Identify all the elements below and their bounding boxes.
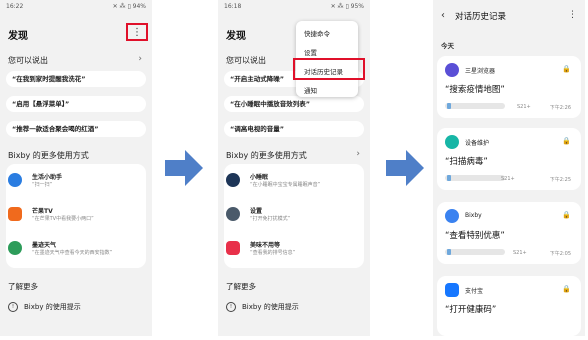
moji-weather-icon <box>8 241 22 255</box>
screen-discover-1: 16:22 ✕ ⁂ ▯ 94% 发现 ⋮ 您可以说出 › “在我到家时提醒我洗花… <box>0 0 152 336</box>
lock-icon[interactable]: 🔒 <box>562 137 571 145</box>
suggestion-pill[interactable]: “启用【悬浮菜单】” <box>6 96 146 112</box>
back-arrow-icon[interactable]: ‹ <box>441 10 445 21</box>
page-title: 发现 <box>226 31 246 42</box>
meiwei-app-icon <box>226 241 240 255</box>
samsung-browser-icon <box>445 63 459 77</box>
device-care-icon <box>445 135 459 149</box>
card-app-name: Bixby <box>465 212 482 219</box>
arrow-right-icon <box>386 150 424 186</box>
card-query: “扫描病毒” <box>445 157 488 167</box>
highlight-history-item <box>293 58 365 80</box>
section-you-can-say: 您可以说出 <box>226 56 266 65</box>
bixby-tips-link[interactable]: ! Bixby 的使用提示 <box>226 302 299 312</box>
info-icon: ! <box>226 302 236 312</box>
status-icons: ✕ ⁂ ▯ 94% <box>112 3 146 10</box>
life-assistant-icon <box>8 173 22 187</box>
suggestion-pill[interactable]: “调高电视的音量” <box>224 121 364 137</box>
redacted-location <box>445 249 505 255</box>
section-you-can-say: 您可以说出 <box>8 56 48 65</box>
card-time: 下午2:26 <box>549 105 571 111</box>
phone-icon <box>447 249 451 255</box>
status-icons: ✕ ⁂ ▯ 95% <box>330 3 364 10</box>
app-desc: “在墨迹天气中查看今天的西安指数” <box>32 250 113 256</box>
lock-icon[interactable]: 🔒 <box>562 285 571 293</box>
app-name: 芒果TV <box>32 208 53 215</box>
app-name: 墨迹天气 <box>32 242 57 249</box>
info-icon: ! <box>8 302 18 312</box>
suggestion-pill[interactable]: “在我到家时提醒我洗花” <box>6 71 146 87</box>
history-card[interactable]: 设备维护 🔒 “扫描病毒” S21+ 下午2:25 <box>437 128 581 190</box>
card-app-name: 设备维护 <box>465 140 490 147</box>
phone-icon <box>447 175 451 181</box>
history-card[interactable]: 三星浏览器 🔒 “搜索疫情地图” S21+ 下午2:26 <box>437 56 581 118</box>
chevron-right-icon[interactable]: › <box>138 54 142 64</box>
card-query: “查看特别优惠” <box>445 231 505 241</box>
history-card[interactable]: Bixby 🔒 “查看特别优惠” S21+ 下午2:05 <box>437 202 581 264</box>
status-bar: 16:18 ✕ ⁂ ▯ 95% <box>224 3 364 13</box>
screen-history: ‹ 对话历史记录 ⋮ 今天 三星浏览器 🔒 “搜索疫情地图” S21+ 下午2:… <box>433 0 585 336</box>
date-group-label: 今天 <box>441 42 454 50</box>
card-app-name: 支付宝 <box>465 288 484 295</box>
sleep-app-icon <box>226 173 240 187</box>
app-desc: “在小睡眠中宝宝专属睡眠声音” <box>250 182 321 188</box>
page-title: 对话历史记录 <box>455 12 507 22</box>
app-name: 设置 <box>250 208 263 215</box>
app-desc: “扫一扫” <box>32 182 53 188</box>
menu-item-shortcuts[interactable]: 快捷命令 <box>304 28 330 38</box>
card-time: 下午2:05 <box>549 251 571 257</box>
card-query: “搜索疫情地图” <box>445 85 505 95</box>
alipay-icon <box>445 283 459 297</box>
card-app-name: 三星浏览器 <box>465 68 496 75</box>
tip-label: Bixby 的使用提示 <box>242 303 299 311</box>
card-device: S21+ <box>513 250 527 256</box>
card-device: S21+ <box>501 176 515 182</box>
more-options-icon[interactable]: ⋮ <box>568 10 577 20</box>
app-desc: “在芒果TV中看我要小两口” <box>32 216 94 222</box>
card-query: “打开健康码” <box>445 305 497 315</box>
history-card[interactable]: 支付宝 🔒 “打开健康码” <box>437 276 581 336</box>
lock-icon[interactable]: 🔒 <box>562 65 571 73</box>
app-desc: “查看我的排号信息” <box>250 250 296 256</box>
bixby-icon <box>445 209 459 223</box>
redacted-location <box>445 175 505 181</box>
section-more-ways: Bixby 的更多使用方式 <box>8 151 89 160</box>
app-desc: “打开免打扰模式” <box>250 216 291 222</box>
card-time: 下午2:25 <box>549 177 571 183</box>
phone-icon <box>447 103 451 109</box>
lock-icon[interactable]: 🔒 <box>562 211 571 219</box>
app-name: 小睡眠 <box>250 174 269 181</box>
card-device: S21+ <box>517 104 531 110</box>
app-name: 美味不用等 <box>250 242 281 249</box>
menu-item-notifications[interactable]: 通知 <box>304 85 317 95</box>
page-title: 发现 <box>8 31 28 42</box>
status-time: 16:18 <box>224 3 242 10</box>
suggestion-pill[interactable]: “推荐一款适合聚会喝的红酒” <box>6 121 146 137</box>
status-bar: 16:22 ✕ ⁂ ▯ 94% <box>6 3 146 13</box>
learn-more-heading: 了解更多 <box>226 282 256 291</box>
settings-gear-icon <box>226 207 240 221</box>
arrow-right-icon <box>165 150 203 186</box>
learn-more-heading: 了解更多 <box>8 282 38 291</box>
app-name: 生活小助手 <box>32 174 63 181</box>
section-more-ways: Bixby 的更多使用方式 <box>226 151 307 160</box>
status-time: 16:22 <box>6 3 24 10</box>
suggestion-pill[interactable]: “在小睡眠中播放音效列表” <box>224 96 364 112</box>
highlight-more-button <box>126 23 148 41</box>
menu-item-settings[interactable]: 设置 <box>304 47 317 57</box>
bixby-tips-link[interactable]: ! Bixby 的使用提示 <box>8 302 81 312</box>
redacted-location <box>445 103 505 109</box>
chevron-right-icon[interactable]: › <box>356 149 360 159</box>
mango-tv-icon <box>8 207 22 221</box>
tip-label: Bixby 的使用提示 <box>24 303 81 311</box>
